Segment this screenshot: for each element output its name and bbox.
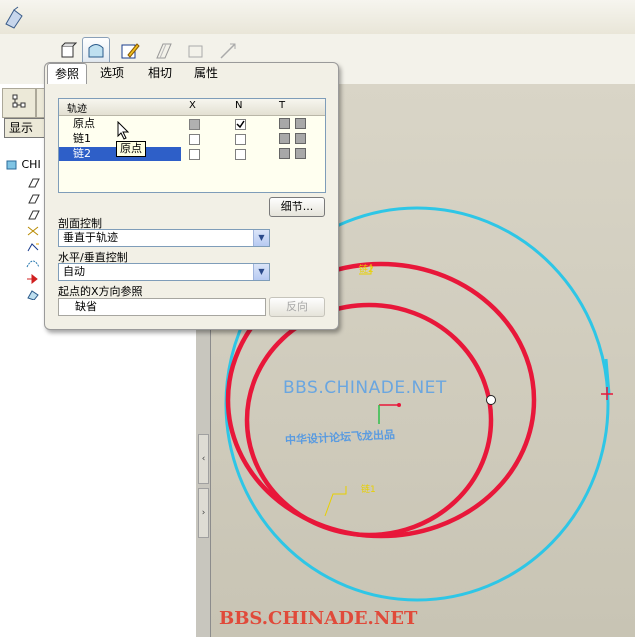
- chevron-down-icon[interactable]: ▼: [253, 264, 269, 280]
- tab-tangency[interactable]: 相切: [141, 63, 179, 83]
- collapse-left-grip[interactable]: ‹: [198, 434, 209, 484]
- csys-icon[interactable]: [26, 226, 40, 236]
- hv-control-value: 自动: [63, 265, 85, 278]
- thin-icon[interactable]: [150, 37, 178, 65]
- col-t: T: [279, 100, 286, 111]
- x-checkbox[interactable]: [189, 149, 200, 160]
- tab-properties[interactable]: 属性: [187, 63, 225, 83]
- trajectory-table: 轨迹 X N T 原点 链1 链2: [58, 98, 326, 193]
- x-ref-field[interactable]: 缺省: [58, 298, 266, 316]
- start-point-handle[interactable]: [486, 395, 496, 405]
- n-checkbox[interactable]: [235, 134, 246, 145]
- references-panel: 参照 选项 相切 属性 轨迹 X N T 原点 链1 链2 原点 细节... 剖…: [44, 62, 339, 330]
- tree-root[interactable]: CHI: [6, 158, 41, 171]
- table-row[interactable]: 原点: [59, 117, 325, 131]
- watermark-site: BBS.CHINADE.NET: [283, 378, 447, 398]
- tooltip: 原点: [116, 141, 146, 157]
- sweep-feature-icon[interactable]: [2, 4, 28, 30]
- details-button[interactable]: 细节...: [269, 197, 325, 217]
- chain-1-label: 链1: [361, 485, 376, 495]
- datum-plane-icon[interactable]: [26, 210, 40, 220]
- section-control-select[interactable]: 垂直于轨迹 ▼: [58, 229, 270, 247]
- sweep-feature-icon[interactable]: [26, 290, 40, 300]
- title-strip: [0, 0, 635, 34]
- section-control-value: 垂直于轨迹: [63, 231, 118, 244]
- tab-options[interactable]: 选项: [93, 63, 131, 83]
- part-icon: [6, 160, 17, 170]
- datum-plane-icon[interactable]: [26, 194, 40, 204]
- sketch-edit-icon[interactable]: [116, 37, 144, 65]
- tab-references[interactable]: 参照: [47, 63, 87, 84]
- chain-2-label: 链2: [359, 265, 374, 275]
- col-x: X: [189, 100, 196, 111]
- chain-1-curve[interactable]: [244, 302, 494, 538]
- x-ref-label: 起点的X方向参照: [58, 285, 143, 298]
- t-square[interactable]: [279, 118, 290, 129]
- col-n: N: [235, 100, 243, 111]
- model-tree-tab[interactable]: [2, 88, 36, 118]
- curve-icon[interactable]: [26, 258, 40, 268]
- flip-button[interactable]: 反向: [269, 297, 325, 317]
- t-square[interactable]: [279, 133, 290, 144]
- remove-material-icon[interactable]: [182, 37, 210, 65]
- sweep-surface-icon[interactable]: [82, 37, 110, 65]
- t-square[interactable]: [279, 148, 290, 159]
- table-row[interactable]: 链2: [59, 147, 325, 161]
- table-header: 轨迹 X N T: [59, 99, 325, 116]
- t-square[interactable]: [295, 148, 306, 159]
- table-row[interactable]: 链1: [59, 132, 325, 146]
- insert-here-icon[interactable]: [26, 274, 40, 284]
- t-square[interactable]: [295, 133, 306, 144]
- hv-control-select[interactable]: 自动 ▼: [58, 263, 270, 281]
- trim-icon[interactable]: [214, 37, 242, 65]
- datum-plane-icon[interactable]: [26, 178, 40, 188]
- mouse-cursor-icon: [117, 121, 130, 140]
- watermark-bottom: BBS.CHINADE.NET: [219, 608, 418, 629]
- chevron-down-icon[interactable]: ▼: [253, 230, 269, 246]
- tree-root-label: CHI: [21, 158, 41, 171]
- t-square[interactable]: [295, 118, 306, 129]
- x-checkbox[interactable]: [189, 134, 200, 145]
- sweep-solid-icon[interactable]: [54, 37, 82, 65]
- col-trajectory: 轨迹: [67, 104, 87, 115]
- x-checkbox[interactable]: [189, 119, 200, 130]
- n-checkbox[interactable]: [235, 119, 246, 130]
- n-checkbox[interactable]: [235, 149, 246, 160]
- sketch-icon[interactable]: [26, 242, 40, 252]
- expand-right-grip[interactable]: ›: [198, 488, 209, 538]
